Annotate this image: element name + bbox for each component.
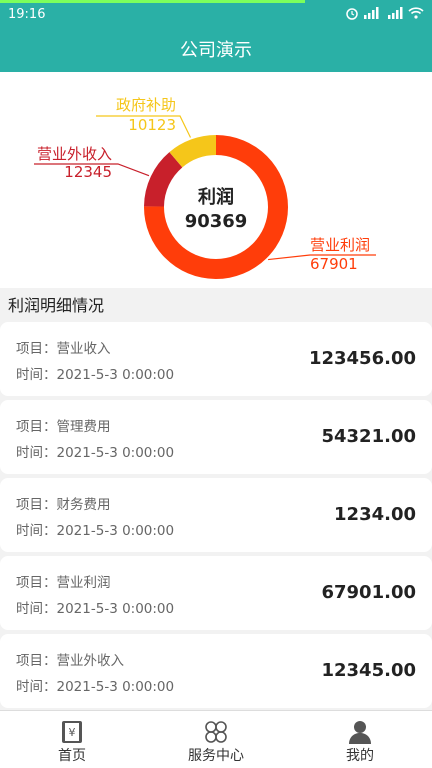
record-item-label: 项目：财务费用 <box>16 497 111 513</box>
person-icon <box>349 721 371 744</box>
donut-center-value: 90369 <box>185 211 248 232</box>
record-item-label: 项目：营业利润 <box>16 575 111 591</box>
signal-hd-icon <box>388 7 403 19</box>
slice-name-label: 营业利润 <box>310 236 370 254</box>
record-card[interactable]: 项目：管理费用时间：2021-5-3 0:00:00 54321.00 <box>0 400 432 474</box>
nav-mine[interactable]: 我的 <box>288 711 432 768</box>
slice-value-label: 12345 <box>64 163 112 181</box>
profit-donut-chart: 营业利润 67901 营业外收入 12345 政府补助 10123 利润 90369 <box>0 72 432 288</box>
home-book-icon: ¥ <box>62 721 82 743</box>
slice-value-label: 10123 <box>128 116 176 134</box>
record-amount: 54321.00 <box>321 426 416 447</box>
nav-home-label: 首页 <box>58 748 86 764</box>
alarm-icon <box>346 8 358 20</box>
slice-name-label: 营业外收入 <box>37 145 112 163</box>
app-bar-title: 公司演示 <box>0 30 432 72</box>
record-card[interactable]: 项目：营业外收入时间：2021-5-3 0:00:00 12345.00 <box>0 634 432 708</box>
record-time-label: 时间：2021-5-3 0:00:00 <box>16 367 175 383</box>
slice-name-label: 政府补助 <box>116 96 176 114</box>
status-icons <box>345 6 424 20</box>
signal-icon <box>364 7 379 19</box>
record-card[interactable]: 项目：财务费用时间：2021-5-3 0:00:00 1234.00 <box>0 478 432 552</box>
nav-service-label: 服务中心 <box>188 748 244 764</box>
record-time-label: 时间：2021-5-3 0:00:00 <box>16 601 175 617</box>
record-time-label: 时间：2021-5-3 0:00:00 <box>16 679 175 695</box>
record-item-label: 项目：管理费用 <box>16 419 111 435</box>
bottom-nav: ¥ 首页 服务中心 我的 <box>0 710 432 768</box>
record-card[interactable]: 项目：营业收入时间：2021-5-3 0:00:00 123456.00 <box>0 322 432 396</box>
status-time: 19:16 <box>8 7 46 22</box>
record-amount: 1234.00 <box>334 504 416 525</box>
record-time-label: 时间：2021-5-3 0:00:00 <box>16 523 175 539</box>
clover-grid-icon <box>205 721 227 743</box>
donut-center-label: 利润 <box>198 186 234 208</box>
nav-service-center[interactable]: 服务中心 <box>144 711 288 768</box>
nav-mine-label: 我的 <box>346 748 374 764</box>
record-amount: 12345.00 <box>321 660 416 681</box>
slice-value-label: 67901 <box>310 255 358 273</box>
record-card[interactable]: 项目：营业利润时间：2021-5-3 0:00:00 67901.00 <box>0 556 432 630</box>
record-amount: 67901.00 <box>321 582 416 603</box>
section-title: 利润明细情况 <box>8 296 105 315</box>
svg-text:¥: ¥ <box>69 726 76 739</box>
record-amount: 123456.00 <box>308 348 416 369</box>
wifi-icon <box>408 7 424 19</box>
record-item-label: 项目：营业外收入 <box>16 653 124 669</box>
nav-home[interactable]: ¥ 首页 <box>0 711 144 768</box>
record-time-label: 时间：2021-5-3 0:00:00 <box>16 445 175 461</box>
donut-svg: 营业利润67901 营业外收入12345 政府补助 10123 利润 90369 <box>34 96 376 279</box>
record-item-label: 项目：营业收入 <box>16 341 111 357</box>
status-bar: 19:16 <box>0 0 432 30</box>
loading-progress <box>0 0 305 3</box>
